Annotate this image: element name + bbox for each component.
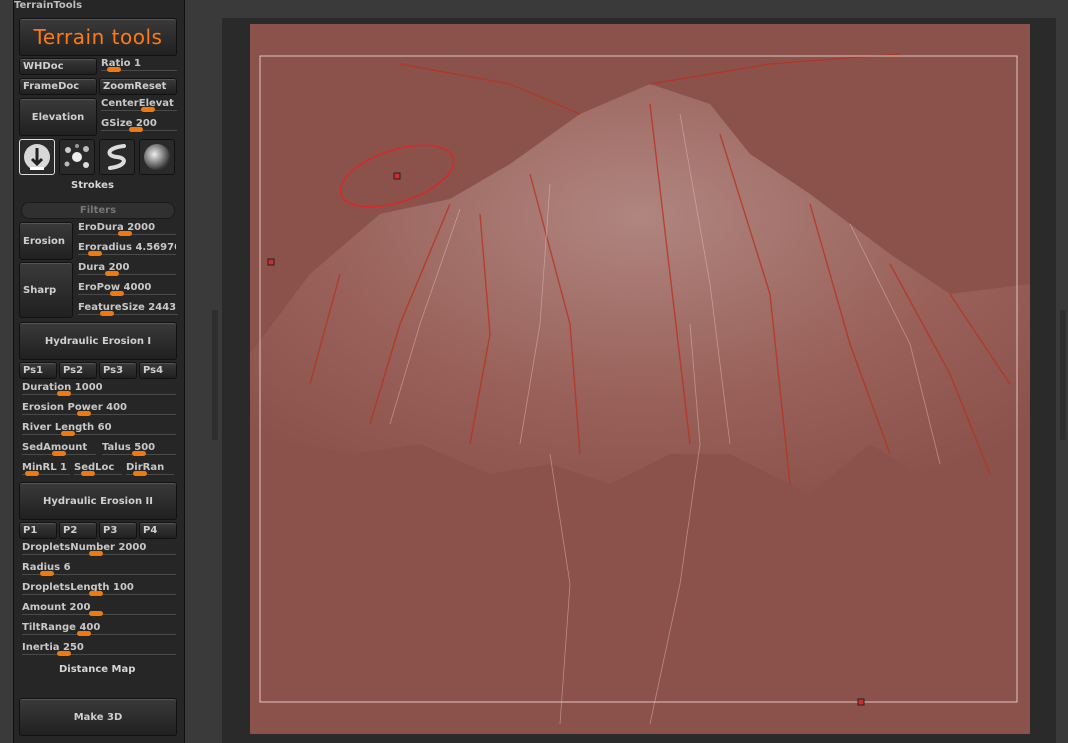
preset-ps4-button[interactable]: Ps4 xyxy=(139,362,177,379)
framedoc-button[interactable]: FrameDoc xyxy=(19,78,97,95)
slider-knob[interactable] xyxy=(77,631,91,636)
stroke-drag-rect-button[interactable] xyxy=(19,139,55,175)
slider-knob[interactable] xyxy=(133,471,147,476)
slider-knob[interactable] xyxy=(89,591,103,596)
frame-bottom-handle xyxy=(857,698,865,706)
filters-header[interactable]: Filters xyxy=(21,202,175,219)
featuresize-slider[interactable]: FeatureSize 2443 xyxy=(78,302,178,320)
eropow-slider[interactable]: EroPow 4000 xyxy=(78,282,176,300)
eroradius-slider[interactable]: Eroradius 4.56976 xyxy=(78,242,176,260)
drag-rect-stroke-icon xyxy=(24,144,50,170)
talus-slider[interactable]: Talus 500 xyxy=(102,442,176,460)
slider-knob[interactable] xyxy=(81,471,95,476)
amount-slider[interactable]: Amount 200 xyxy=(22,602,176,620)
slider-knob[interactable] xyxy=(132,451,146,456)
preset-ps2-button[interactable]: Ps2 xyxy=(59,362,97,379)
hydraulic-erosion-2-button[interactable]: Hydraulic Erosion II xyxy=(19,482,177,520)
zoomreset-button[interactable]: ZoomReset xyxy=(99,78,177,95)
stroke-alpha-button[interactable] xyxy=(139,139,175,175)
slider-knob[interactable] xyxy=(52,451,66,456)
inertia-slider[interactable]: Inertia 250 xyxy=(22,642,176,660)
droplets-number-slider[interactable]: DropletsNumber 2000 xyxy=(22,542,176,560)
distance-map-label: Distance Map xyxy=(59,664,136,675)
sedamount-slider[interactable]: SedAmount xyxy=(22,442,96,460)
hydraulic-erosion-1-button[interactable]: Hydraulic Erosion I xyxy=(19,322,177,360)
stroke-freehand-button[interactable] xyxy=(99,139,135,175)
slider-knob[interactable] xyxy=(129,127,143,132)
preset-p3-button[interactable]: P3 xyxy=(99,522,137,539)
preset-p4-button[interactable]: P4 xyxy=(139,522,177,539)
slider-knob[interactable] xyxy=(57,651,71,656)
make-3d-button[interactable]: Make 3D xyxy=(19,698,177,736)
slider-knob[interactable] xyxy=(118,231,132,236)
slider-knob[interactable] xyxy=(61,431,75,436)
strokes-label: Strokes xyxy=(71,180,114,191)
slider-knob[interactable] xyxy=(141,107,155,112)
ellipse-center-handle xyxy=(393,172,401,180)
whdoc-button[interactable]: WHDoc xyxy=(19,58,97,75)
freehand-stroke-icon xyxy=(107,144,126,170)
minrl-slider[interactable]: MinRL 1 xyxy=(22,462,70,480)
slider-knob[interactable] xyxy=(89,611,103,616)
radius-slider[interactable]: Radius 6 xyxy=(22,562,176,580)
erodura-slider[interactable]: EroDura 2000 xyxy=(78,222,176,240)
preset-p1-button[interactable]: P1 xyxy=(19,522,57,539)
spray-stroke-icon xyxy=(64,144,89,168)
preset-ps3-button[interactable]: Ps3 xyxy=(99,362,137,379)
sedloc-slider[interactable]: SedLoc xyxy=(74,462,122,480)
center-elevat-slider[interactable]: CenterElevat xyxy=(101,98,177,116)
panel-title: TerrainTools xyxy=(14,0,83,11)
slider-knob[interactable] xyxy=(100,311,114,316)
slider-knob[interactable] xyxy=(89,551,103,556)
tilt-range-slider[interactable]: TiltRange 400 xyxy=(22,622,176,640)
droplets-length-slider[interactable]: DropletsLength 100 xyxy=(22,582,176,600)
slider-knob[interactable] xyxy=(107,67,121,72)
sphere-alpha-icon xyxy=(144,144,170,170)
duration-slider[interactable]: Duration 1000 xyxy=(22,382,176,400)
sharp-button[interactable]: Sharp xyxy=(19,262,73,318)
erosion-power-slider[interactable]: Erosion Power 400 xyxy=(22,402,176,420)
terrain-tools-label: Terrain tools xyxy=(33,25,163,49)
ratio-slider[interactable]: Ratio 1 xyxy=(101,58,177,76)
slider-knob[interactable] xyxy=(77,411,91,416)
slider-knob[interactable] xyxy=(57,391,71,396)
frame-left-handle xyxy=(267,258,275,266)
terrain-tools-button[interactable]: Terrain tools xyxy=(19,18,177,56)
river-length-slider[interactable]: River Length 60 xyxy=(22,422,176,440)
slider-knob[interactable] xyxy=(110,291,124,296)
dirran-slider[interactable]: DirRan xyxy=(126,462,174,480)
slider-knob[interactable] xyxy=(88,251,102,256)
elevation-button[interactable]: Elevation xyxy=(19,98,97,136)
erosion-button[interactable]: Erosion xyxy=(19,222,73,260)
stroke-spray-button[interactable] xyxy=(59,139,95,175)
dura-slider[interactable]: Dura 200 xyxy=(78,262,176,280)
preset-p2-button[interactable]: P2 xyxy=(59,522,97,539)
slider-knob[interactable] xyxy=(40,571,54,576)
preset-ps1-button[interactable]: Ps1 xyxy=(19,362,57,379)
slider-knob[interactable] xyxy=(105,271,119,276)
slider-knob[interactable] xyxy=(25,471,39,476)
gsize-slider[interactable]: GSize 200 xyxy=(101,118,177,136)
